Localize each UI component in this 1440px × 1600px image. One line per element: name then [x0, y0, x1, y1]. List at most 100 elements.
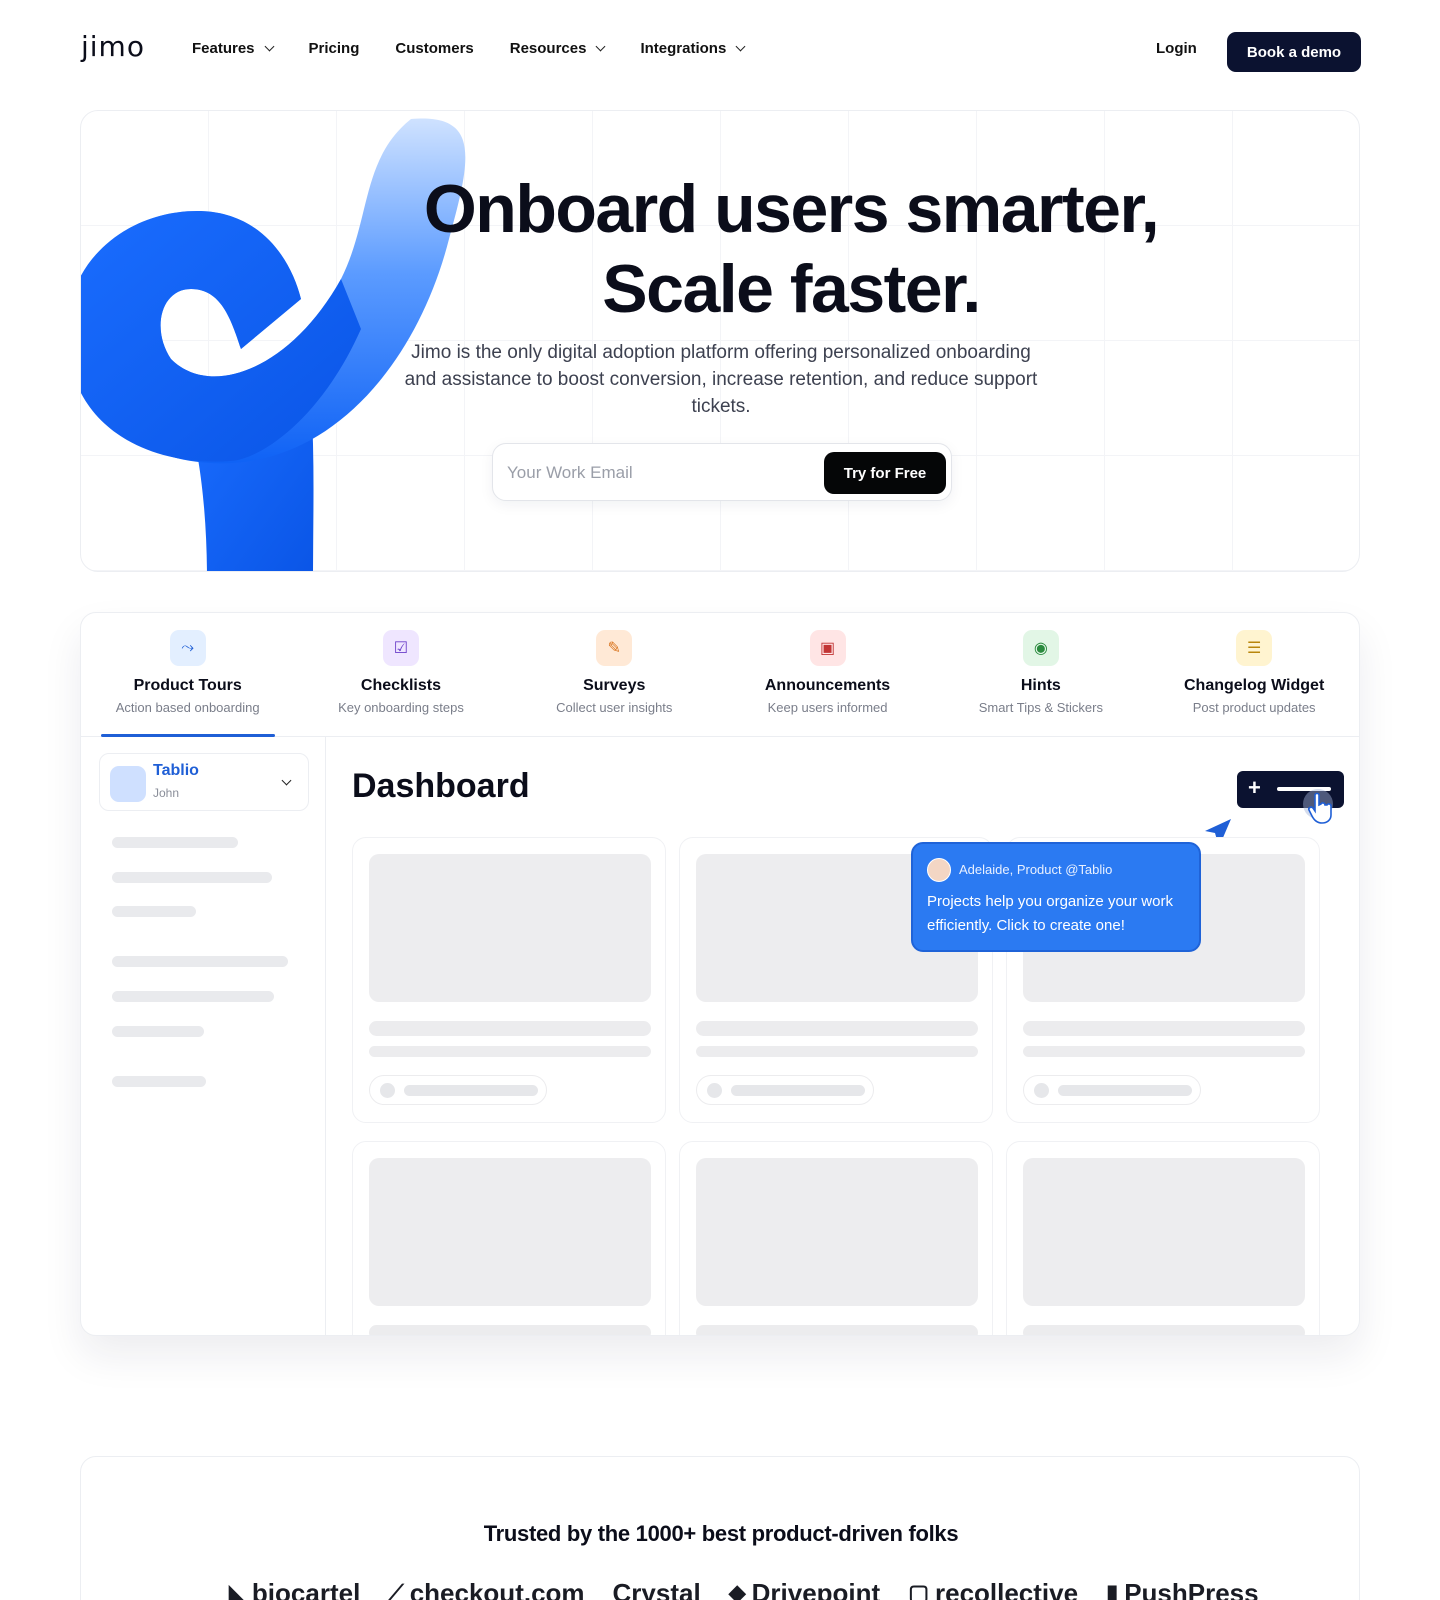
tooltip-message: Projects help you organize your work eff…: [927, 893, 1173, 934]
main-menu: Features Pricing Customers Resources Int…: [192, 40, 780, 57]
card-title-placeholder: [369, 1325, 651, 1335]
tab-description: Smart Tips & Stickers: [978, 700, 1103, 715]
sidebar-skeleton-item: [112, 1026, 204, 1037]
logo-biocartel: ◣ biocartel: [229, 1578, 360, 1600]
jimo-logo[interactable]: jimo: [81, 30, 145, 63]
changelog-icon: ☰: [1236, 630, 1273, 666]
nav-integrations[interactable]: Integrations: [640, 40, 746, 57]
card-title-placeholder: [696, 1325, 978, 1335]
chevron-down-icon: [281, 775, 292, 786]
trusted-by-section: Trusted by the 1000+ best product-driven…: [80, 1456, 1360, 1600]
pointer-hand-icon: [1303, 789, 1333, 824]
nav-features[interactable]: Features: [192, 40, 274, 57]
chevron-down-icon: [264, 41, 274, 52]
nav-resources[interactable]: Resources: [509, 40, 606, 57]
nav-resources-label: Resources: [509, 40, 587, 57]
card-title-placeholder: [1023, 1325, 1305, 1335]
tag-bar: [1058, 1085, 1192, 1096]
try-for-free-button[interactable]: Try for Free: [824, 452, 946, 494]
route-icon: ⤳: [169, 630, 206, 666]
card-tag-placeholder: [696, 1075, 874, 1105]
tab-description: Key onboarding steps: [338, 700, 464, 715]
brand-mark-icon: ◣: [229, 1580, 246, 1600]
workspace-user: John: [153, 786, 180, 800]
nav-features-label: Features: [192, 40, 255, 57]
onboarding-tooltip[interactable]: Adelaide, Product @Tablio Projects help …: [911, 842, 1201, 952]
hero-subtitle: Jimo is the only digital adoption platfo…: [404, 342, 1038, 417]
logo-checkoutcom: ⟋ checkout.com: [388, 1578, 584, 1600]
survey-icon: ✎: [596, 630, 633, 666]
announcement-icon: ▣: [809, 630, 846, 666]
checklist-icon: ☑: [382, 630, 419, 666]
tab-title: Announcements: [764, 677, 891, 694]
tab-title: Surveys: [583, 677, 646, 694]
tab-hints[interactable]: ◉ Hints Smart Tips & Stickers: [934, 613, 1147, 736]
app-sidebar: Tablio John: [81, 737, 326, 1335]
tooltip-author: Adelaide, Product @Tablio: [959, 862, 1113, 877]
tab-surveys[interactable]: ✎ Surveys Collect user insights: [508, 613, 721, 736]
hero-section: Onboard users smarter, Scale faster. Jim…: [80, 110, 1360, 572]
plus-icon: +: [1248, 775, 1261, 800]
tab-title: Hints: [1020, 677, 1061, 694]
tab-description: Keep users informed: [767, 700, 888, 715]
logo-recollective: ▢ recollective: [908, 1578, 1078, 1600]
login-link[interactable]: Login: [1156, 40, 1197, 57]
nav-customers-label: Customers: [395, 40, 474, 57]
tab-checklists[interactable]: ☑ Checklists Key onboarding steps: [294, 613, 507, 736]
logo-crystal: Crystal: [613, 1578, 701, 1600]
brand-mark-icon: ⟋: [388, 1580, 404, 1600]
tab-announcements[interactable]: ▣ Announcements Keep users informed: [721, 613, 934, 736]
sidebar-skeleton-item: [112, 956, 288, 967]
card-title-placeholder: [1023, 1021, 1305, 1036]
email-signup-form: Try for Free: [492, 443, 952, 501]
sidebar-skeleton-item: [112, 1076, 206, 1087]
project-card[interactable]: [1006, 1141, 1320, 1335]
brand-mark-icon: ▢: [908, 1580, 929, 1600]
workspace-switcher[interactable]: Tablio John: [99, 753, 309, 811]
tab-description: Collect user insights: [556, 700, 673, 715]
card-text-placeholder: [696, 1046, 978, 1057]
sidebar-skeleton-item: [112, 837, 238, 848]
card-image-placeholder: [369, 1158, 651, 1306]
nav-pricing-label: Pricing: [308, 40, 360, 57]
logo-drivepoint: ◆ Drivepoint: [729, 1578, 881, 1600]
trusted-title: Trusted by the 1000+ best product-driven…: [483, 1521, 959, 1546]
project-card[interactable]: [352, 1141, 666, 1335]
dashboard-title: Dashboard: [352, 767, 530, 805]
work-email-input[interactable]: [507, 460, 807, 486]
project-card[interactable]: [352, 837, 666, 1123]
nav-customers[interactable]: Customers: [395, 40, 473, 57]
hero-headline: Onboard users smarter, Scale faster.: [341, 169, 1241, 329]
workspace-avatar: [110, 766, 146, 802]
sidebar-skeleton-item: [112, 906, 196, 917]
card-title-placeholder: [369, 1021, 651, 1036]
brand-name: checkout.com: [409, 1577, 585, 1600]
nav-pricing[interactable]: Pricing: [309, 40, 360, 57]
project-card[interactable]: [679, 1141, 993, 1335]
nav-integrations-label: Integrations: [640, 40, 727, 57]
brand-name: recollective: [934, 1577, 1079, 1600]
product-demo-card: ⤳ Product Tours Action based onboarding ☑ Ch…: [80, 612, 1360, 1336]
dashboard-main: Dashboard + Adelaide, Product @Tablio Pr…: [326, 737, 1359, 1335]
card-tag-placeholder: [1023, 1075, 1201, 1105]
card-text-placeholder: [1023, 1046, 1305, 1057]
tag-dot: [707, 1083, 722, 1098]
tab-product-tours[interactable]: ⤳ Product Tours Action based onboarding: [81, 613, 294, 737]
card-text-placeholder: [369, 1046, 651, 1057]
book-demo-button[interactable]: Book a demo: [1227, 32, 1361, 72]
tag-dot: [1034, 1083, 1049, 1098]
workspace-name: Tablio: [153, 762, 199, 779]
brand-name: PushPress: [1124, 1577, 1259, 1600]
tag-dot: [380, 1083, 395, 1098]
card-title-placeholder: [696, 1021, 978, 1036]
top-navigation: jimo Features Pricing Customers Resource…: [0, 0, 1440, 104]
logo-pushpress: ▮ PushPress: [1106, 1578, 1259, 1600]
brand-name: biocartel: [251, 1577, 361, 1600]
tab-title: Product Tours: [133, 677, 242, 694]
chevron-down-icon: [596, 41, 606, 52]
tag-bar: [731, 1085, 865, 1096]
brand-name: Drivepoint: [751, 1577, 881, 1600]
tab-changelog-widget[interactable]: ☰ Changelog Widget Post product updates: [1147, 613, 1359, 736]
brand-name: Crystal: [612, 1577, 701, 1600]
sidebar-skeleton-item: [112, 872, 272, 883]
